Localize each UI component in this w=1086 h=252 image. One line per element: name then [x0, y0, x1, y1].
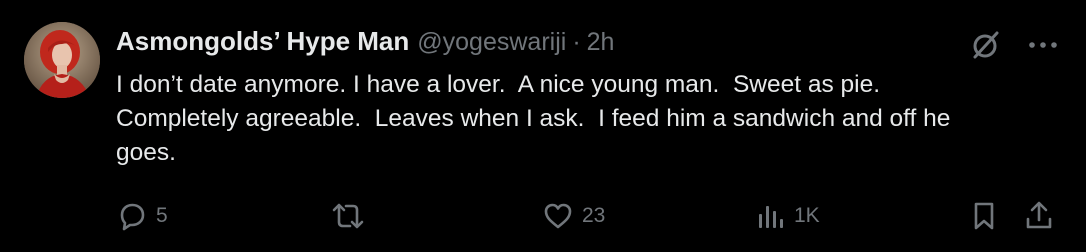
timestamp[interactable]: 2h: [587, 28, 615, 57]
grok-icon[interactable]: [968, 28, 1002, 62]
reply-count: 5: [156, 204, 168, 227]
avatar-image: [24, 22, 100, 98]
like-button[interactable]: 23: [542, 196, 605, 236]
retweet-icon: [330, 200, 366, 232]
reply-icon: [116, 200, 148, 232]
more-icon[interactable]: [1028, 40, 1058, 50]
tweet-text: I don’t date anymore. I have a lover. A …: [116, 71, 951, 166]
user-handle[interactable]: @yogeswariji: [417, 28, 566, 57]
views-button[interactable]: 1K: [756, 196, 820, 236]
like-count: 23: [582, 204, 606, 227]
separator-dot: ·: [572, 28, 581, 56]
retweet-button[interactable]: [330, 196, 374, 236]
bookmark-button[interactable]: [970, 196, 998, 236]
tweet-top-actions: [968, 28, 1058, 62]
avatar[interactable]: [24, 22, 100, 98]
tweet-header: Asmongolds’ Hype Man @yogeswariji · 2h: [116, 26, 614, 60]
views-count: 1K: [794, 204, 820, 227]
tweet-actions: 5 23 1K: [116, 196, 1056, 236]
reply-button[interactable]: 5: [116, 196, 168, 236]
share-icon: [1024, 200, 1054, 232]
bookmark-icon: [970, 200, 998, 232]
display-name[interactable]: Asmongolds’ Hype Man: [116, 26, 409, 57]
like-icon: [542, 200, 574, 232]
share-button[interactable]: [1024, 196, 1054, 236]
views-icon: [756, 200, 786, 232]
tweet[interactable]: Asmongolds’ Hype Man @yogeswariji · 2h I…: [0, 0, 1086, 252]
